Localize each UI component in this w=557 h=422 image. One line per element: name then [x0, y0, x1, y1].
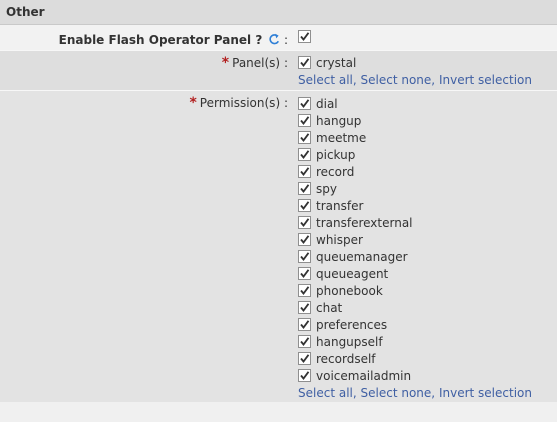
option-checkbox[interactable] [298, 369, 311, 382]
permissions-value-cell: dial hangup meetme pickup record spy transfer t… [292, 91, 557, 402]
option-item: hangup [298, 112, 557, 129]
option-item: pickup [298, 146, 557, 163]
option-label: preferences [316, 317, 388, 332]
option-label: queueagent [316, 266, 389, 281]
option-item: recordself [298, 350, 557, 367]
flash-panel-label-cell: Enable Flash Operator Panel ? : [0, 25, 292, 50]
flash-panel-colon: : [283, 33, 288, 47]
panels-label: Panel(s) [232, 56, 281, 70]
option-item: phonebook [298, 282, 557, 299]
flash-panel-row: Enable Flash Operator Panel ? : [0, 25, 557, 50]
invert-selection-link[interactable]: Invert selection [439, 73, 532, 87]
option-item: queueagent [298, 265, 557, 282]
link-separator: , [431, 73, 436, 87]
section-title: Other [6, 5, 45, 19]
option-item: whisper [298, 231, 557, 248]
flash-panel-checkbox[interactable] [298, 30, 311, 43]
required-star: * [221, 55, 230, 71]
link-separator: , [352, 73, 357, 87]
option-label: queuemanager [316, 249, 408, 264]
option-checkbox[interactable] [298, 335, 311, 348]
option-checkbox[interactable] [298, 114, 311, 127]
option-item: queuemanager [298, 248, 557, 265]
option-checkbox[interactable] [298, 182, 311, 195]
option-checkbox[interactable] [298, 233, 311, 246]
option-item: preferences [298, 316, 557, 333]
link-separator: , [352, 386, 357, 400]
option-label: hangupself [316, 334, 383, 349]
option-checkbox[interactable] [298, 216, 311, 229]
option-item: transfer [298, 197, 557, 214]
option-label: voicemailadmin [316, 368, 412, 383]
option-checkbox[interactable] [298, 301, 311, 314]
option-checkbox[interactable] [298, 148, 311, 161]
option-checkbox[interactable] [298, 56, 311, 69]
panels-label-cell: * Panel(s) : [0, 51, 292, 90]
option-label: record [316, 164, 355, 179]
panels-value-cell: crystal Select all, Select none, Invert … [292, 51, 557, 90]
option-item: meetme [298, 129, 557, 146]
option-checkbox[interactable] [298, 352, 311, 365]
option-checkbox[interactable] [298, 267, 311, 280]
flash-panel-label: Enable Flash Operator Panel ? [58, 33, 263, 47]
option-checkbox[interactable] [298, 131, 311, 144]
option-item: crystal [298, 54, 557, 71]
permissions-label: Permission(s) [199, 96, 281, 110]
permissions-options: dial hangup meetme pickup record spy transfer t… [298, 95, 557, 384]
option-label: chat [316, 300, 343, 315]
panels-colon: : [283, 56, 288, 70]
option-label: dial [316, 96, 338, 111]
permissions-selection-links: Select all, Select none, Invert selectio… [298, 386, 557, 400]
option-checkbox[interactable] [298, 250, 311, 263]
select-none-link[interactable]: Select none [361, 73, 432, 87]
refresh-icon[interactable] [268, 33, 280, 49]
option-item: dial [298, 95, 557, 112]
option-label: recordself [316, 351, 376, 366]
option-checkbox[interactable] [298, 284, 311, 297]
invert-selection-link[interactable]: Invert selection [439, 386, 532, 400]
option-checkbox[interactable] [298, 318, 311, 331]
section-header: Other [0, 0, 557, 25]
permissions-row: * Permission(s) : dial hangup meetme pickup r… [0, 90, 557, 402]
panels-selection-links: Select all, Select none, Invert selectio… [298, 73, 557, 87]
select-all-link[interactable]: Select all [298, 73, 353, 87]
option-label: phonebook [316, 283, 383, 298]
required-star: * [189, 95, 197, 111]
footer-spacer [0, 402, 557, 422]
option-label: whisper [316, 232, 363, 247]
option-checkbox[interactable] [298, 97, 311, 110]
option-label: transferexternal [316, 215, 413, 230]
panels-options: crystal [298, 54, 557, 71]
option-checkbox[interactable] [298, 165, 311, 178]
select-all-link[interactable]: Select all [298, 386, 353, 400]
panels-row: * Panel(s) : crystal Select all, Select n… [0, 50, 557, 90]
option-label: meetme [316, 130, 367, 145]
permissions-colon: : [283, 96, 288, 110]
option-item: voicemailadmin [298, 367, 557, 384]
option-label: pickup [316, 147, 356, 162]
select-none-link[interactable]: Select none [361, 386, 432, 400]
option-label: crystal [316, 55, 357, 70]
link-separator: , [431, 386, 436, 400]
option-checkbox[interactable] [298, 199, 311, 212]
option-item: hangupself [298, 333, 557, 350]
option-item: transferexternal [298, 214, 557, 231]
option-item: chat [298, 299, 557, 316]
flash-panel-value-cell [292, 25, 557, 50]
option-label: transfer [316, 198, 364, 213]
option-label: hangup [316, 113, 362, 128]
option-item: record [298, 163, 557, 180]
option-label: spy [316, 181, 337, 196]
permissions-label-cell: * Permission(s) : [0, 91, 292, 402]
option-item: spy [298, 180, 557, 197]
